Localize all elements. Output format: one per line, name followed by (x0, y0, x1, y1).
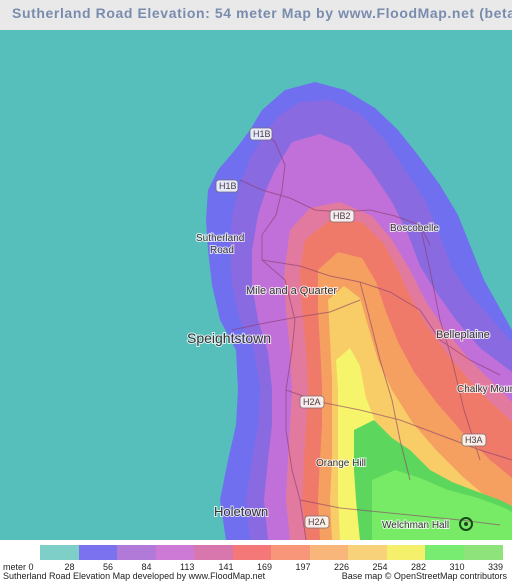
elevation-map[interactable]: H1B H1B HB2 H2A H2A H3A Sutherland Road … (0, 30, 512, 540)
map-title: Sutherland Road Elevation: 54 meter Map … (12, 5, 512, 21)
road-shield-h1b-south: H1B (215, 179, 239, 193)
legend-swatch (425, 545, 464, 560)
credit-basemap: Base map © OpenStreetMap contributors (341, 571, 507, 581)
place-label-welchman-hall: Welchman Hall (382, 520, 449, 531)
legend-swatch (117, 545, 156, 560)
place-label-belleplaine: Belleplaine (436, 329, 490, 341)
legend-swatch (155, 545, 195, 560)
road-shield-hb2: HB2 (329, 209, 355, 223)
svg-text:H2A: H2A (308, 517, 326, 527)
svg-text:H1B: H1B (253, 129, 271, 139)
svg-text:HB2: HB2 (333, 211, 351, 221)
place-label-boscobelle: Boscobelle (390, 223, 439, 234)
road-shield-h1b-north: H1B (249, 127, 273, 141)
elevation-legend: meter 0 28 56 84 113 141 169 197 226 254 282 310 33… (0, 540, 512, 582)
place-label-sutherland: Sutherland (196, 233, 244, 244)
svg-text:H3A: H3A (465, 435, 483, 445)
place-label-mile-and-a-quarter: Mile and a Quarter (246, 285, 337, 297)
place-label-orange-hill: Orange Hill (316, 458, 366, 469)
legend-swatch (309, 545, 349, 560)
place-label-chalky-mount: Chalky Moun (457, 384, 512, 395)
legend-swatch (348, 545, 387, 560)
legend-swatch (40, 545, 79, 560)
road-shield-h2a-south: H2A (304, 515, 330, 529)
legend-swatch (78, 545, 118, 560)
legend-tick-label: 197 (295, 562, 311, 572)
legend-swatch (194, 545, 233, 560)
place-label-speightstown: Speightstown (187, 330, 271, 346)
title-bar: Sutherland Road Elevation: 54 meter Map … (0, 0, 512, 30)
svg-text:H1B: H1B (219, 181, 237, 191)
credit-developer: Sutherland Road Elevation Map developed … (3, 571, 266, 581)
place-label-holetown: Holetown (214, 504, 268, 519)
svg-text:H2A: H2A (303, 397, 321, 407)
legend-swatch (463, 545, 503, 560)
road-shield-h3a: H3A (461, 433, 487, 447)
legend-swatch (232, 545, 272, 560)
place-label-road: Road (210, 245, 234, 256)
road-shield-h2a-north: H2A (299, 395, 325, 409)
legend-swatch (386, 545, 426, 560)
legend-swatch (271, 545, 310, 560)
